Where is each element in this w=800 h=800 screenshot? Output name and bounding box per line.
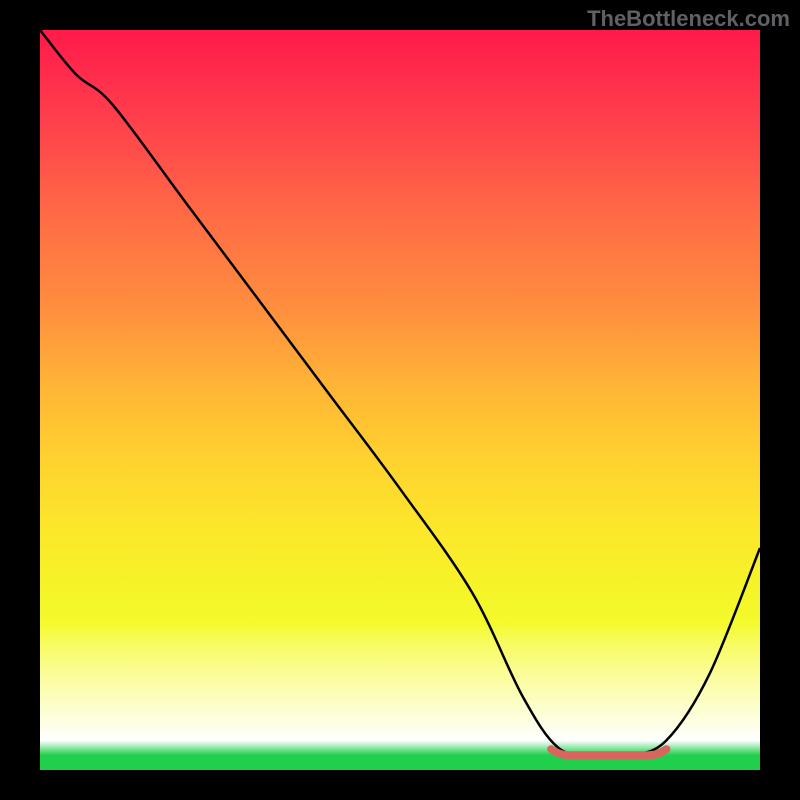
chart-gradient-area [40, 30, 760, 770]
watermark-text: TheBottleneck.com [587, 6, 790, 32]
bottleneck-curve [40, 30, 760, 757]
chart-svg [40, 30, 760, 770]
optimal-zone-marker [551, 749, 666, 755]
